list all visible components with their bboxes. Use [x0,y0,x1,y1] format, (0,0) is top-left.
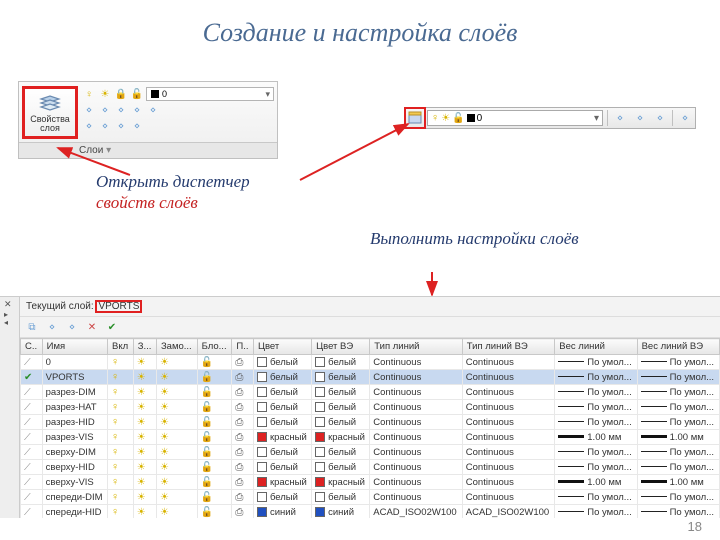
layers-table: С..ИмяВклЗ...Замо...Бло...П..ЦветЦвет ВЭ… [20,338,720,518]
bulb-icon: ♀ [431,112,439,124]
layers-icon [27,91,73,115]
table-row[interactable]: ⟋сверху-VIS♀☀☀🔓⎙красныйкрасныйContinuous… [21,475,720,490]
filter-icon[interactable]: ⧉ [24,319,40,335]
layer-properties-label2: слоя [27,124,73,133]
table-row[interactable]: ⟋разрез-HAT♀☀☀🔓⎙белыйбелыйContinuousCont… [21,400,720,415]
set-current-icon[interactable]: ✔ [104,319,120,335]
unlock-icon[interactable]: 🔓 [130,87,144,101]
ribbon-icon-i[interactable]: ⋄ [130,119,144,133]
col-header[interactable]: Бло... [197,339,232,355]
ribbon-icon-f[interactable]: ⋄ [82,119,96,133]
tb-icon-d[interactable]: ⋄ [676,109,694,127]
freeze-icon[interactable]: ☀ [98,87,112,101]
delete-layer-icon[interactable]: ✕ [84,319,100,335]
col-header[interactable]: П.. [232,339,254,355]
lm-collapse-icon[interactable]: ▸◂ [4,311,8,327]
callout-line2: свойств слоёв [96,193,198,212]
lock-icon[interactable]: 🔒 [114,87,128,101]
lm-close-icon[interactable]: ✕ [4,299,12,310]
ribbon-icon-d[interactable]: ⋄ [130,103,144,117]
ribbon-panel: Свойства слоя ♀ ☀ 🔒 🔓 0 ⋄ ⋄ ⋄ ⋄ ⋄ [18,81,278,159]
new-layer-icon[interactable]: ⋄ [44,319,60,335]
slide-title: Создание и настройка слоёв [0,18,720,48]
col-header[interactable]: Тип линий ВЭ [462,339,555,355]
col-header[interactable]: З... [133,339,156,355]
ribbon-icon-h[interactable]: ⋄ [114,119,128,133]
callout-configure: Выполнить настройки слоёв [370,228,670,249]
col-header[interactable]: Вес линий [555,339,637,355]
layer-properties-button[interactable]: Свойства слоя [22,86,78,139]
col-header[interactable]: С.. [21,339,43,355]
tb-layer-properties-icon[interactable] [406,109,424,127]
layer-manager: ✕ ▸◂ Р СВОЙСТВ СЛОЕВ Текущий слой: VPORT… [0,296,720,518]
freeze-layer-icon[interactable]: ⋄ [64,319,80,335]
callout-line1: Открыть диспетчер [96,172,250,191]
sun-icon: ☀ [441,113,450,124]
layer-combo[interactable]: 0 [146,87,274,101]
tb-icon-c[interactable]: ⋄ [651,109,669,127]
table-row[interactable]: ⟋спереди-DIM♀☀☀🔓⎙белыйбелыйContinuousCon… [21,490,720,505]
layers-toolbar: ♀ ☀ 🔓 0 ⋄ ⋄ ⋄ ⋄ [404,107,696,129]
tb-layer-combo-value: 0 [477,113,483,124]
lm-tools: ⧉ ⋄ ⋄ ✕ ✔ [20,317,720,338]
ribbon-icon-b[interactable]: ⋄ [98,103,112,117]
ribbon-icon-g[interactable]: ⋄ [98,119,112,133]
ribbon-icon-a[interactable]: ⋄ [82,103,96,117]
callout-open-manager: Открыть диспетчер свойств слоёв [96,171,356,214]
tb-icon-a[interactable]: ⋄ [611,109,629,127]
table-row[interactable]: ⟋спереди-HID♀☀☀🔓⎙синийсинийACAD_ISO02W10… [21,505,720,519]
col-header[interactable]: Вкл [108,339,134,355]
table-row[interactable]: ⟋сверху-DIM♀☀☀🔓⎙белыйбелыйContinuousCont… [21,445,720,460]
col-header[interactable]: Цвет [253,339,311,355]
lock-icon: 🔓 [452,113,464,124]
ribbon-icon-c[interactable]: ⋄ [114,103,128,117]
col-header[interactable]: Замо... [156,339,197,355]
tb-icon-b[interactable]: ⋄ [631,109,649,127]
lm-header: Текущий слой: VPORTS [20,297,720,317]
tb-layer-combo[interactable]: ♀ ☀ 🔓 0 [427,110,603,126]
ribbon-icon-e[interactable]: ⋄ [146,103,160,117]
table-row[interactable]: ✔VPORTS♀☀☀🔓⎙белыйбелыйContinuousContinuo… [21,370,720,385]
lm-sidebar: ✕ ▸◂ Р СВОЙСТВ СЛОЕВ [0,297,20,518]
table-row[interactable]: ⟋разрез-VIS♀☀☀🔓⎙красныйкрасныйContinuous… [21,430,720,445]
layer-combo-value: 0 [162,89,167,99]
current-layer-name: VPORTS [96,301,141,312]
col-header[interactable]: Тип линий [370,339,463,355]
col-header[interactable]: Вес линий ВЭ [637,339,719,355]
ribbon-footer[interactable]: Слои [19,142,277,158]
bulb-icon[interactable]: ♀ [82,87,96,101]
table-row[interactable]: ⟋0♀☀☀🔓⎙белыйбелыйContinuousContinuousПо … [21,355,720,370]
col-header[interactable]: Имя [42,339,107,355]
table-row[interactable]: ⟋сверху-HID♀☀☀🔓⎙белыйбелыйContinuousCont… [21,460,720,475]
page-number: 18 [688,519,702,534]
lm-sidebar-label: Р СВОЙСТВ СЛОЕВ [0,427,2,513]
table-row[interactable]: ⟋разрез-DIM♀☀☀🔓⎙белыйбелыйContinuousCont… [21,385,720,400]
col-header[interactable]: Цвет ВЭ [312,339,370,355]
table-row[interactable]: ⟋разрез-HID♀☀☀🔓⎙белыйбелыйContinuousCont… [21,415,720,430]
